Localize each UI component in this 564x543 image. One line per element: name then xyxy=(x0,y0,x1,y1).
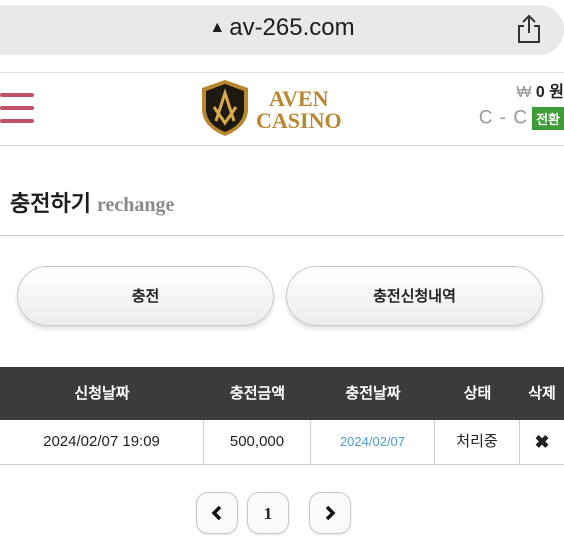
shield-logo-icon xyxy=(202,80,248,136)
table-header: 신청날짜 충전금액 충전날짜 상태 삭제 xyxy=(0,367,564,420)
logo-text: AVEN CASINO xyxy=(256,88,342,132)
hamburger-menu-icon[interactable] xyxy=(0,93,34,123)
site-header: AVEN CASINO ₩ 0 원 C - C 전환 xyxy=(0,72,564,146)
cell-request-date: 2024/02/07 19:09 xyxy=(0,420,204,464)
won-currency-icon: ₩ xyxy=(516,84,532,101)
page-title-text: 충전하기 xyxy=(10,192,91,217)
convert-area: C - C 전환 xyxy=(479,107,564,130)
convert-indicator: C - C xyxy=(478,107,529,129)
chevron-right-icon xyxy=(325,505,336,521)
prev-page-button[interactable] xyxy=(196,492,238,534)
column-header-delete: 삭제 xyxy=(528,384,556,402)
column-header-request-date: 신청날짜 xyxy=(74,384,130,402)
column-header-amount: 충전금액 xyxy=(229,384,286,402)
balance-value: 0 원 xyxy=(535,84,564,101)
balance-display: ₩ 0 원 xyxy=(516,78,564,102)
cell-status: 처리중 xyxy=(435,420,520,464)
title-divider xyxy=(0,235,564,236)
delete-icon[interactable]: ✖ xyxy=(534,432,549,452)
url-label: av-265.com xyxy=(229,14,355,41)
logo[interactable]: AVEN CASINO xyxy=(200,79,370,139)
page-subtitle: rechange xyxy=(96,194,175,216)
page-title: 충전하기 rechange xyxy=(10,186,174,218)
share-icon[interactable] xyxy=(516,14,542,44)
browser-url-bar: ▲ av-265.com xyxy=(0,0,564,60)
column-header-charge-date: 충전날짜 xyxy=(345,384,401,402)
url-text[interactable]: ▲ av-265.com xyxy=(0,14,564,42)
column-header-status: 상태 xyxy=(463,384,492,402)
logo-line-1: AVEN xyxy=(269,86,329,111)
page-number-button[interactable]: 1 xyxy=(247,492,289,534)
cell-charge-date: 2024/02/07 xyxy=(311,420,435,464)
tab-charge-history[interactable]: 충전신청내역 xyxy=(286,266,543,326)
chevron-left-icon xyxy=(211,505,222,521)
cell-amount: 500,000 xyxy=(204,420,311,464)
tab-charge[interactable]: 충전 xyxy=(17,266,274,326)
cell-delete: ✖ xyxy=(520,420,564,464)
warning-icon: ▲ xyxy=(209,19,226,36)
convert-button[interactable]: 전환 xyxy=(532,107,564,130)
logo-line-2: CASINO xyxy=(256,108,342,133)
table-row: 2024/02/07 19:09 500,000 2024/02/07 처리중 … xyxy=(0,420,564,465)
next-page-button[interactable] xyxy=(309,492,351,534)
